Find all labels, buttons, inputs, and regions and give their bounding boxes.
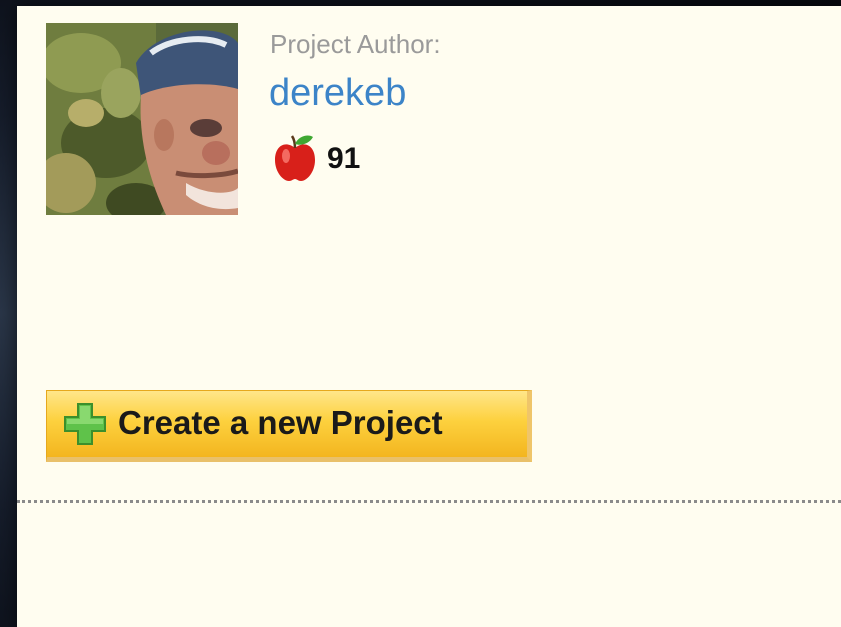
project-author-label: Project Author: [270, 29, 441, 59]
author-avatar[interactable] [46, 23, 238, 215]
author-score: 91 [273, 134, 360, 182]
score-value: 91 [327, 142, 361, 175]
create-new-project-label: Create a new Project [118, 404, 443, 441]
author-username-link[interactable]: derekeb [269, 72, 406, 115]
avatar-photo [46, 23, 238, 215]
create-new-project-button[interactable]: Create a new Project [46, 390, 532, 462]
project-panel: Project Author: derekeb 91 Create a new … [17, 6, 841, 627]
section-divider [17, 500, 841, 503]
apple-icon [275, 135, 315, 181]
plus-icon [64, 403, 106, 445]
